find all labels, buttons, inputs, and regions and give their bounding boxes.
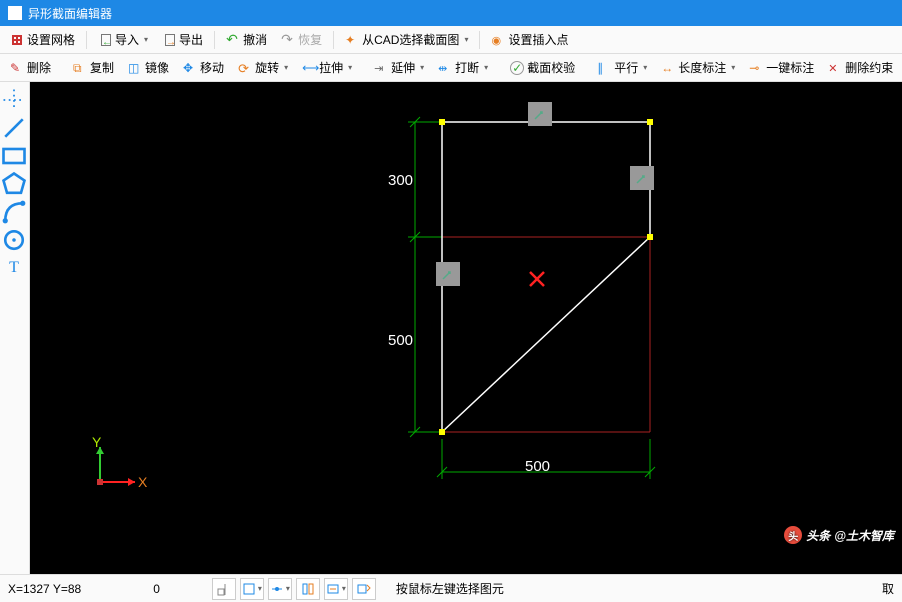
rotate-button[interactable]: 旋转	[232, 57, 294, 78]
stretch-button[interactable]: 拉伸	[296, 57, 358, 78]
tool-arc[interactable]	[0, 198, 28, 226]
separator	[86, 31, 87, 49]
dim-500h: 500	[525, 458, 550, 475]
status-cancel: 取	[882, 580, 894, 597]
cad-icon	[345, 33, 359, 47]
export-button[interactable]: 导出	[156, 29, 209, 50]
key-icon	[749, 61, 763, 75]
rotate-icon	[238, 61, 252, 75]
tool-polygon[interactable]	[0, 170, 28, 198]
watermark: 头 头条 @土木智库	[784, 526, 894, 544]
import-button[interactable]: 导入	[92, 29, 154, 50]
constraint-marker[interactable]	[528, 102, 552, 126]
copy-icon	[73, 61, 87, 75]
left-sidebar: T	[0, 82, 30, 574]
grid-button[interactable]: 设置网格	[4, 29, 81, 50]
verify-button[interactable]: 截面校验	[504, 57, 581, 78]
grid-icon	[10, 33, 24, 47]
zero-readout: 0	[153, 582, 160, 596]
point-icon	[491, 33, 505, 47]
mirror-button[interactable]: 镜像	[122, 57, 175, 78]
tool-text[interactable]: T	[0, 254, 28, 282]
insert-point-button[interactable]: 设置插入点	[485, 29, 574, 50]
mirror-icon	[128, 61, 142, 75]
copy-button[interactable]: 复制	[67, 57, 120, 78]
axis-y-label: Y	[92, 434, 101, 450]
snap-btn-1[interactable]	[212, 578, 236, 600]
onekey-button[interactable]: 一键标注	[743, 57, 820, 78]
separator	[214, 31, 215, 49]
app-icon	[8, 6, 22, 20]
snap-btn-2[interactable]	[240, 578, 264, 600]
watermark-icon: 头	[784, 526, 802, 544]
redo-icon	[281, 33, 295, 47]
snap-btn-4[interactable]	[296, 578, 320, 600]
delete-icon	[10, 61, 24, 75]
snap-btn-3[interactable]	[268, 578, 292, 600]
extend-icon	[374, 61, 388, 75]
toolbar-2: 删除 复制 镜像 移动 旋转 拉伸 延伸 打断 截面校验 平行 长度标注 一键标…	[0, 54, 902, 82]
snap-btn-5[interactable]	[324, 578, 348, 600]
statusbar: X=1327 Y=88 0 按鼠标左键选择图元 取	[0, 574, 902, 602]
dimension-icon	[661, 61, 675, 75]
status-hint: 按鼠标左键选择图元	[396, 580, 504, 597]
dim-500v: 500	[388, 332, 413, 349]
cad-button[interactable]: 从CAD选择截面图	[339, 29, 474, 50]
length-button[interactable]: 长度标注	[655, 57, 741, 78]
axis-x-label: X	[138, 474, 147, 490]
tool-circle[interactable]	[0, 226, 28, 254]
delete-constraint-icon	[828, 61, 842, 75]
delconstraint-button[interactable]: 删除约束	[822, 57, 899, 78]
stretch-icon	[302, 61, 316, 75]
dim-300: 300	[388, 172, 413, 189]
parallel-button[interactable]: 平行	[591, 57, 653, 78]
break-button[interactable]: 打断	[432, 57, 494, 78]
import-icon	[98, 33, 112, 47]
undo-icon	[226, 33, 240, 47]
text-icon: T	[9, 259, 19, 277]
tool-point[interactable]	[0, 86, 28, 114]
export-icon	[162, 33, 176, 47]
titlebar: 异形截面编辑器	[0, 0, 902, 26]
undo-button[interactable]: 撤消	[220, 29, 273, 50]
coords-readout: X=1327 Y=88	[8, 582, 81, 596]
constraint-marker[interactable]	[436, 262, 460, 286]
window-title: 异形截面编辑器	[28, 5, 112, 22]
check-icon	[510, 61, 524, 75]
break-icon	[438, 61, 452, 75]
constraint-marker[interactable]	[630, 166, 654, 190]
toolbar-1: 设置网格 导入 导出 撤消 恢复 从CAD选择截面图 设置插入点	[0, 26, 902, 54]
parallel-icon	[597, 61, 611, 75]
delete-button[interactable]: 删除	[4, 57, 57, 78]
separator	[333, 31, 334, 49]
move-icon	[183, 61, 197, 75]
extend-button[interactable]: 延伸	[368, 57, 430, 78]
tool-line[interactable]	[0, 114, 28, 142]
tool-rect[interactable]	[0, 142, 28, 170]
separator	[479, 31, 480, 49]
drawing-canvas[interactable]: 300 500 500 X Y	[30, 82, 902, 574]
redo-button[interactable]: 恢复	[275, 29, 328, 50]
snap-btn-6[interactable]	[352, 578, 376, 600]
move-button[interactable]: 移动	[177, 57, 230, 78]
